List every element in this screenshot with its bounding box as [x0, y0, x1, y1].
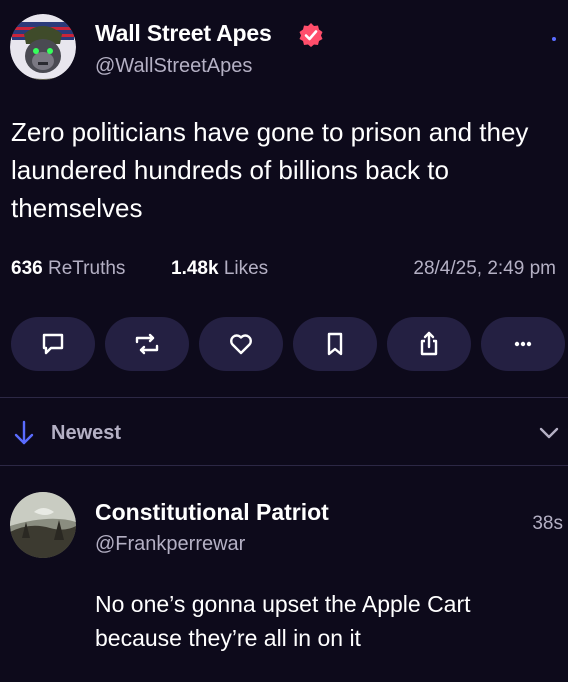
like-button[interactable]	[199, 317, 283, 371]
share-button[interactable]	[387, 317, 471, 371]
post-text: Zero politicians have gone to prison and…	[11, 117, 529, 223]
reply-button[interactable]	[11, 317, 95, 371]
share-icon	[415, 330, 443, 358]
reply-item[interactable]: Constitutional Patriot @Frankperrewar 38…	[0, 480, 568, 680]
reply-timestamp: 38s	[532, 513, 563, 534]
likes-stat[interactable]: 1.48k Likes	[171, 258, 268, 280]
author-avatar[interactable]	[10, 14, 76, 80]
retruth-icon	[133, 330, 161, 358]
author-handle[interactable]: @WallStreetApes	[95, 55, 252, 78]
arrow-down-icon	[10, 419, 38, 452]
unread-indicator	[552, 37, 556, 41]
likes-count: 1.48k	[171, 258, 219, 279]
reply-author-name[interactable]: Constitutional Patriot	[95, 499, 329, 526]
retruths-stat[interactable]: 636 ReTruths	[11, 258, 125, 280]
bookmark-icon	[321, 330, 349, 358]
divider	[0, 465, 568, 466]
reply-icon	[39, 330, 67, 358]
bookmark-button[interactable]	[293, 317, 377, 371]
retruths-count: 636	[11, 258, 43, 279]
sort-label: Newest	[51, 422, 122, 444]
more-icon	[509, 330, 537, 358]
chevron-down-icon	[538, 425, 560, 446]
post-timestamp: 28/4/25, 2:49 pm	[413, 258, 556, 279]
reply-author-avatar[interactable]	[10, 492, 76, 558]
likes-label: Likes	[223, 258, 269, 279]
reply-author-handle[interactable]: @Frankperrewar	[95, 533, 245, 556]
verified-badge-icon	[298, 22, 324, 48]
replies-sort-dropdown[interactable]: Newest	[0, 413, 568, 453]
retruth-button[interactable]	[105, 317, 189, 371]
divider	[0, 397, 568, 398]
reply-text: No one’s gonna upset the Apple Cart beca…	[95, 591, 471, 651]
action-bar	[11, 317, 567, 373]
heart-icon	[227, 330, 255, 358]
post-stats: 636 ReTruths 1.48k Likes 28/4/25, 2:49 p…	[11, 258, 556, 286]
author-name[interactable]: Wall Street Apes	[95, 20, 272, 47]
post-header: Wall Street Apes @WallStreetApes	[0, 0, 568, 100]
retruths-label: ReTruths	[47, 258, 126, 279]
more-options-button[interactable]	[481, 317, 565, 371]
